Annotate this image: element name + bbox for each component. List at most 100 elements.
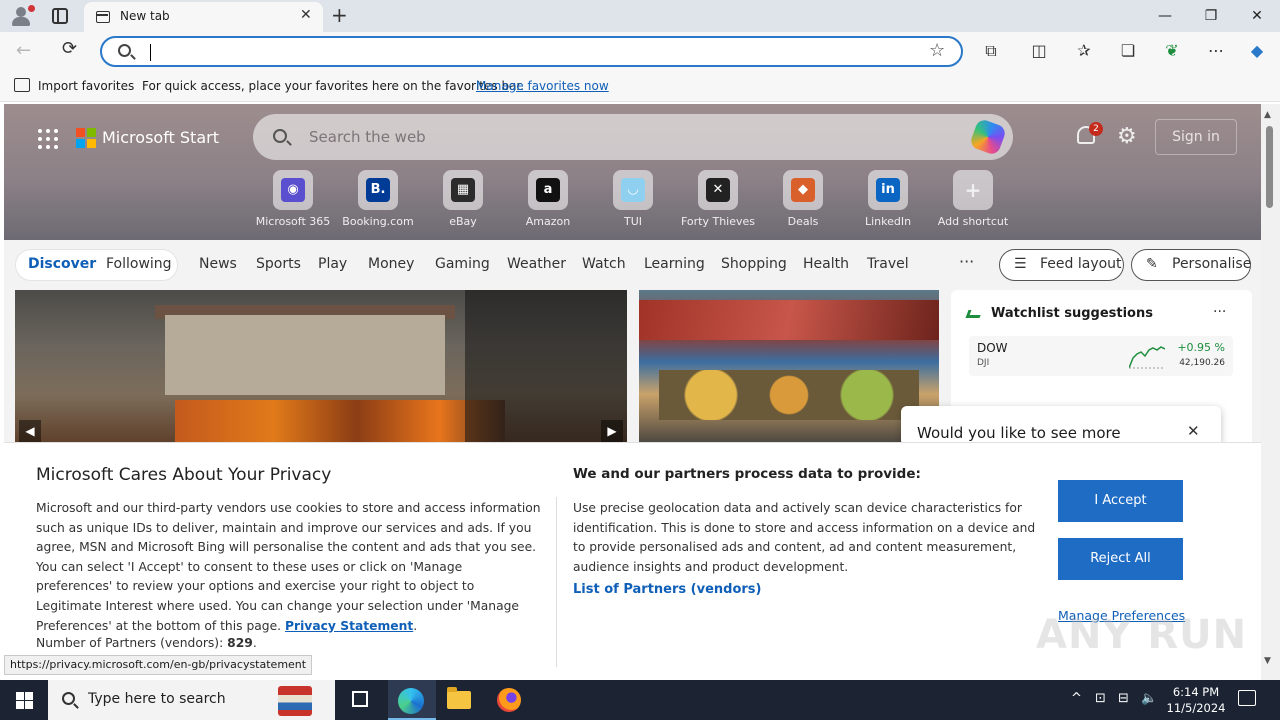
scroll-down-icon[interactable]: ▼ [1264,656,1271,666]
nav-money[interactable]: Money [368,256,414,272]
performance-icon[interactable]: ❦ [1160,41,1184,60]
feed-nav: Discover Following News Sports Play Mone… [4,240,1261,290]
link-status-bar: https://privacy.microsoft.com/en-gb/priv… [4,655,313,675]
accept-button[interactable]: I Accept [1058,480,1183,522]
ebay-icon: ▦ [451,178,475,202]
privacy-statement-link[interactable]: Privacy Statement [285,619,413,633]
windows-start-button[interactable] [0,680,48,720]
show-hidden-icons-icon[interactable]: ^ [1071,691,1082,706]
watchlist-more-button[interactable]: ··· [1213,304,1226,320]
nav-sports[interactable]: Sports [256,256,301,272]
new-tab-button[interactable]: + [331,3,348,27]
shortcut-amazon[interactable]: a Amazon [508,170,588,228]
feed-toggle: Discover Following [15,249,178,281]
nav-watch[interactable]: Watch [582,256,626,272]
sign-in-button[interactable]: Sign in [1155,119,1237,155]
network-icon[interactable]: ⊟ [1118,691,1129,706]
minimize-button[interactable]: — [1142,0,1188,32]
page-scrollbar[interactable]: ▲ ▼ [1261,104,1280,680]
nav-travel[interactable]: Travel [867,256,909,272]
nav-learning[interactable]: Learning [644,256,705,272]
carousel-prev-button[interactable]: ◀ [19,420,41,442]
personalise-icon: ✎ [1146,256,1158,272]
profile-icon[interactable] [8,4,35,28]
app-launcher-icon[interactable] [38,129,58,149]
copilot-icon[interactable] [968,117,1008,157]
web-search-box[interactable]: Search the web [253,114,1013,160]
stock-value: 42,190.26 [1179,358,1225,368]
feed-layout-label: Feed layout [1040,256,1122,272]
shortcut-deals[interactable]: ◆ Deals [763,170,843,228]
back-button[interactable]: ← [16,40,31,61]
task-view-icon[interactable] [352,691,368,707]
nav-more-button[interactable]: ··· [959,252,974,271]
popup-close-button[interactable]: ✕ [1187,422,1200,440]
search-icon [273,129,287,143]
nav-gaming[interactable]: Gaming [435,256,490,272]
copilot-icon[interactable]: ◆ [1245,41,1269,60]
shortcut-booking[interactable]: B. Booking.com [338,170,418,228]
import-favorites-button[interactable]: Import favorites [38,79,134,93]
shortcut-tui[interactable]: ◡ TUI [593,170,673,228]
scroll-thumb[interactable] [1266,126,1273,208]
file-explorer-icon[interactable] [447,687,471,709]
split-screen-icon[interactable]: ◫ [1027,41,1051,60]
personalise-button[interactable]: ✎ Personalise [1131,249,1251,281]
close-window-button[interactable]: ✕ [1234,0,1280,32]
favorites-bar: Import favorites For quick access, place… [0,70,1280,102]
maximize-button[interactable]: ❐ [1188,0,1234,32]
tab-close-button[interactable]: ✕ [300,7,312,23]
privacy-body-text: Microsoft and our third-party vendors us… [36,501,541,633]
shortcut-ebay[interactable]: ▦ eBay [423,170,503,228]
nav-news[interactable]: News [199,256,237,272]
edge-icon[interactable] [398,688,424,714]
chart-trend-icon [965,310,983,318]
nav-shopping[interactable]: Shopping [721,256,787,272]
shortcut-add[interactable]: + Add shortcut [933,170,1013,228]
favorite-star-icon[interactable]: ☆ [929,40,945,61]
windows-taskbar: Type here to search ^ ⊡ ⊟ 🔈 6:14 PM 11/5… [0,680,1280,720]
manage-favorites-link[interactable]: Manage favorites now [476,79,609,93]
nav-weather[interactable]: Weather [507,256,566,272]
shortcut-microsoft-365[interactable]: ◉ Microsoft 365 [253,170,333,228]
notification-center-icon[interactable] [1238,690,1256,706]
taskbar-search-box[interactable]: Type here to search [48,680,335,720]
carousel-next-button[interactable]: ▶ [601,420,623,442]
partners-label: Number of Partners (vendors): [36,636,224,650]
shortcut-linkedin[interactable]: in LinkedIn [848,170,928,228]
settings-more-icon[interactable]: ⋯ [1204,41,1228,60]
tab-following[interactable]: Following [106,256,172,272]
reject-all-button[interactable]: Reject All [1058,538,1183,580]
device-icon[interactable]: ⊡ [1095,691,1106,706]
gear-icon[interactable]: ⚙ [1117,124,1137,149]
favorites-icon[interactable]: ✰ [1072,41,1096,60]
watchlist-title[interactable]: Watchlist suggestions [991,306,1153,321]
sparkline-icon [1129,346,1165,369]
stock-row[interactable]: DOW DJI +0.95 % 42,190.26 [969,336,1233,376]
collections-icon[interactable]: ❏ [1116,41,1140,60]
clock[interactable]: 6:14 PM 11/5/2024 [1166,684,1226,716]
reload-button[interactable]: ⟳ [62,38,77,59]
import-favorites-icon[interactable] [14,78,30,92]
feed-layout-button[interactable]: ☰ Feed layout [999,249,1124,281]
news-card-main[interactable]: ◀ ▶ [15,290,627,450]
partners-list-link[interactable]: List of Partners (vendors) [573,582,761,597]
privacy-body: Microsoft and our third-party vendors us… [36,501,541,633]
extensions-icon[interactable]: ⧉ [979,41,1003,61]
deals-icon: ◆ [791,178,815,202]
brand-title[interactable]: Microsoft Start [102,128,219,147]
tab-new-tab[interactable]: New tab ✕ [84,2,323,32]
tab-actions-icon[interactable] [52,8,68,24]
tab-discover[interactable]: Discover [28,256,96,272]
nav-play[interactable]: Play [318,256,347,272]
stock-index: DJI [977,358,990,368]
address-bar[interactable]: ☆ [100,36,963,67]
shortcut-label: LinkedIn [864,215,912,228]
volume-icon[interactable]: 🔈 [1141,691,1157,706]
news-card-secondary[interactable] [639,290,939,450]
nav-health[interactable]: Health [803,256,849,272]
scroll-up-icon[interactable]: ▲ [1264,110,1271,120]
firefox-icon[interactable] [497,688,521,712]
popup-title: Would you like to see more [917,424,1121,442]
shortcut-forty-thieves[interactable]: ✕ Forty Thieves [678,170,758,228]
